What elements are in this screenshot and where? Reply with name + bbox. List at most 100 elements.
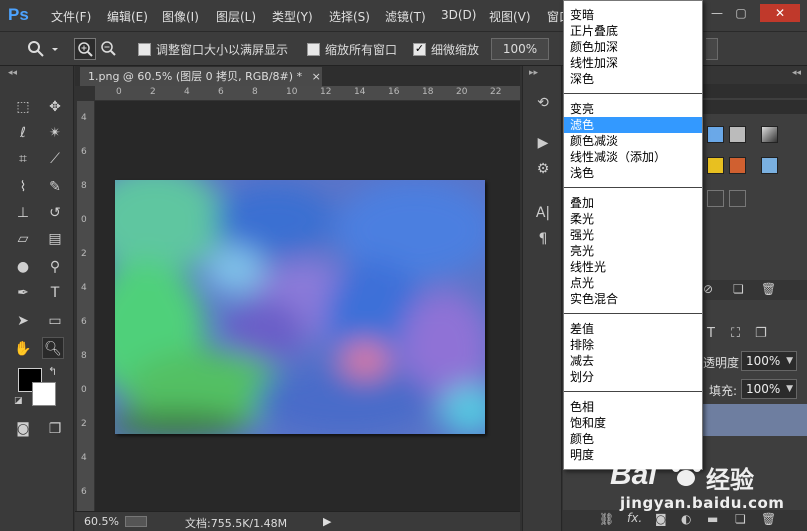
zoom-level[interactable]: 60.5%	[84, 515, 119, 528]
blend-mode-option[interactable]: 柔光	[564, 211, 702, 227]
blend-mode-option[interactable]: 颜色	[564, 431, 702, 447]
style-swatch[interactable]	[707, 157, 724, 174]
character-panel-button[interactable]: A|	[531, 202, 555, 224]
blend-mode-option[interactable]: 变暗	[564, 7, 702, 23]
paragraph-panel-button[interactable]: ¶	[531, 228, 555, 250]
menu-type[interactable]: 类型(Y)	[272, 8, 313, 25]
scrubby-zoom-checkbox[interactable]: ✓	[413, 43, 426, 56]
zoom-tool[interactable]: 🔍︎	[42, 337, 64, 359]
fill-screen-button[interactable]	[706, 38, 718, 60]
blend-mode-option[interactable]: 线性加深	[564, 55, 702, 71]
document-tab[interactable]: 1.png @ 60.5% (图层 0 拷贝, RGB/8#) * ×	[80, 67, 322, 86]
menu-filter[interactable]: 滤镜(T)	[385, 8, 426, 25]
dodge-tool[interactable]: ⚲	[44, 256, 66, 278]
status-menu-arrow[interactable]: ▶	[323, 515, 331, 528]
marquee-tool[interactable]: ⬚	[12, 96, 34, 118]
blend-mode-option[interactable]: 点光	[564, 275, 702, 291]
magic-wand-tool[interactable]: ✴	[44, 122, 66, 144]
actions-panel-button[interactable]: ▶	[531, 132, 555, 154]
style-swatch[interactable]	[729, 126, 746, 143]
delete-style-icon[interactable]: 🗑︎	[761, 282, 776, 296]
zoom-tool-preset-picker[interactable]	[26, 39, 60, 59]
fill-input[interactable]: 100% ▼	[741, 379, 797, 399]
dropdown-arrow-icon[interactable]: ▼	[786, 352, 793, 370]
healing-brush-tool[interactable]: ⌇	[12, 176, 34, 198]
zoom-100-button[interactable]: 100%	[491, 38, 549, 60]
menu-file[interactable]: 文件(F)	[51, 8, 91, 25]
quick-mask-button[interactable]: ◙	[12, 418, 34, 440]
path-selection-tool[interactable]: ➤	[12, 310, 34, 332]
history-brush-tool[interactable]: ↺	[44, 202, 66, 224]
default-colors-icon[interactable]: ◪	[14, 396, 23, 406]
document-image[interactable]	[115, 180, 485, 434]
blend-mode-option[interactable]: 划分	[564, 369, 702, 385]
menu-layer[interactable]: 图层(L)	[216, 8, 256, 25]
close-window-button[interactable]: ✕	[760, 4, 800, 22]
dropdown-arrow-icon[interactable]: ▼	[786, 380, 793, 398]
style-swatch[interactable]	[761, 126, 778, 143]
properties-panel-button[interactable]: ⚙	[531, 158, 555, 180]
menu-3d[interactable]: 3D(D)	[441, 8, 476, 22]
blend-mode-option[interactable]: 排除	[564, 337, 702, 353]
style-swatch[interactable]	[729, 190, 746, 207]
style-swatch[interactable]	[761, 157, 778, 174]
crop-tool[interactable]: ⌗	[12, 148, 34, 170]
new-style-icon[interactable]: ❏	[733, 282, 744, 296]
clone-stamp-tool[interactable]: ⊥	[12, 202, 34, 224]
background-color-swatch[interactable]	[32, 382, 56, 406]
screen-mode-button[interactable]: ❐	[44, 418, 66, 440]
blend-mode-option[interactable]: 滤色	[564, 117, 702, 133]
blend-mode-option[interactable]: 浅色	[564, 165, 702, 181]
gradient-tool[interactable]: ▤	[44, 228, 66, 250]
hand-tool[interactable]: ✋	[12, 338, 34, 360]
blend-mode-option[interactable]: 正片叠底	[564, 23, 702, 39]
blur-tool[interactable]: ●	[12, 256, 34, 278]
blend-mode-option[interactable]: 变亮	[564, 101, 702, 117]
selected-layer-row[interactable]	[703, 404, 807, 436]
close-document-icon[interactable]: ×	[312, 70, 321, 83]
zoom-in-button[interactable]	[74, 38, 96, 60]
expand-icon[interactable]: ▸▸	[529, 68, 538, 78]
resize-windows-checkbox[interactable]	[138, 43, 151, 56]
pen-tool[interactable]: ✒	[12, 282, 34, 304]
brush-tool[interactable]: ✎	[44, 176, 66, 198]
blend-mode-option[interactable]: 颜色加深	[564, 39, 702, 55]
blend-mode-option[interactable]: 实色混合	[564, 291, 702, 307]
opacity-input[interactable]: 100% ▼	[741, 351, 797, 371]
style-swatch[interactable]	[729, 157, 746, 174]
blend-mode-option[interactable]: 亮光	[564, 243, 702, 259]
menu-image[interactable]: 图像(I)	[162, 8, 199, 25]
no-style-icon[interactable]: ⊘	[703, 282, 713, 296]
maximize-button[interactable]: ▢	[730, 4, 752, 22]
move-tool[interactable]: ✥	[44, 96, 66, 118]
zoom-out-button[interactable]	[98, 38, 120, 60]
lasso-tool[interactable]: ℓ	[12, 122, 34, 144]
shape-filter-icon[interactable]: ⛶	[731, 326, 740, 341]
style-swatch[interactable]	[707, 190, 724, 207]
blend-mode-option[interactable]: 叠加	[564, 195, 702, 211]
blend-mode-option[interactable]: 线性减淡（添加）	[564, 149, 702, 165]
smart-filter-icon[interactable]: ❐	[755, 326, 767, 341]
eraser-tool[interactable]: ▱	[12, 228, 34, 250]
swap-colors-icon[interactable]: ↰	[48, 365, 57, 378]
rectangle-tool[interactable]: ▭	[44, 310, 66, 332]
blend-mode-option[interactable]: 减去	[564, 353, 702, 369]
menu-select[interactable]: 选择(S)	[329, 8, 370, 25]
blend-mode-option[interactable]: 深色	[564, 71, 702, 87]
menu-view[interactable]: 视图(V)	[489, 8, 531, 25]
blend-mode-option[interactable]: 颜色减淡	[564, 133, 702, 149]
collapse-icon[interactable]: ◂◂	[8, 68, 17, 78]
blend-mode-option[interactable]: 色相	[564, 399, 702, 415]
eyedropper-tool[interactable]: ⟋	[44, 148, 66, 170]
blend-mode-option[interactable]: 线性光	[564, 259, 702, 275]
blend-mode-option[interactable]: 强光	[564, 227, 702, 243]
menu-edit[interactable]: 编辑(E)	[107, 8, 148, 25]
collapse-panels-icon[interactable]: ◂◂	[792, 68, 801, 78]
type-filter-icon[interactable]: T	[707, 326, 715, 341]
blend-mode-option[interactable]: 饱和度	[564, 415, 702, 431]
blend-mode-option[interactable]: 差值	[564, 321, 702, 337]
minimize-button[interactable]: —	[706, 4, 728, 22]
zoom-all-checkbox[interactable]	[307, 43, 320, 56]
type-tool[interactable]: T	[44, 282, 66, 304]
history-panel-button[interactable]: ⟲	[531, 92, 555, 114]
